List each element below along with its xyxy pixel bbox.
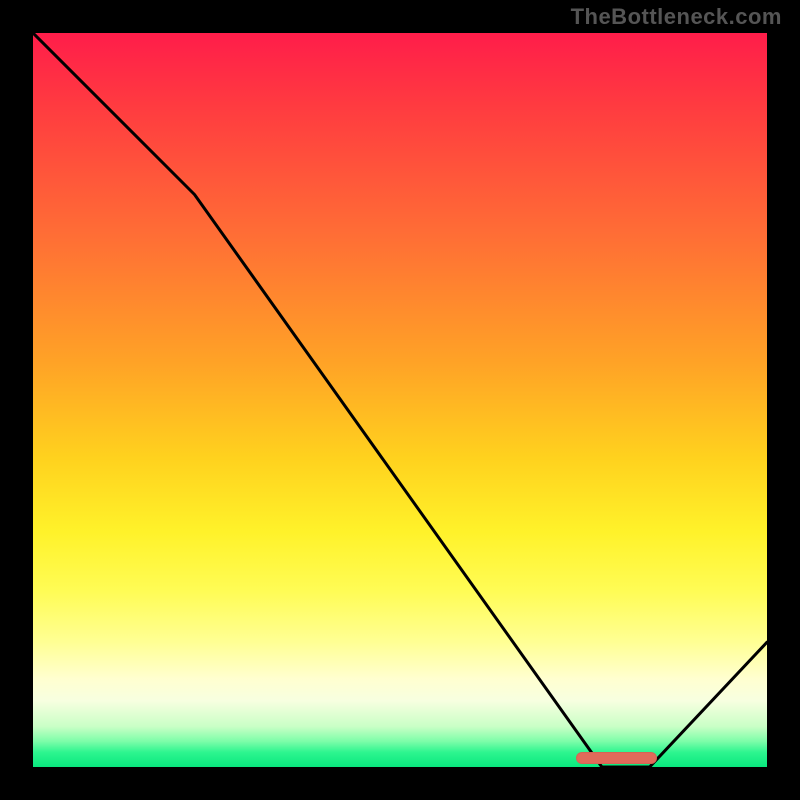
bottleneck-curve [33,33,767,767]
attribution-label: TheBottleneck.com [571,4,782,30]
optimal-range-marker [576,752,657,764]
plot-area [33,33,767,767]
chart-container: TheBottleneck.com [0,0,800,800]
